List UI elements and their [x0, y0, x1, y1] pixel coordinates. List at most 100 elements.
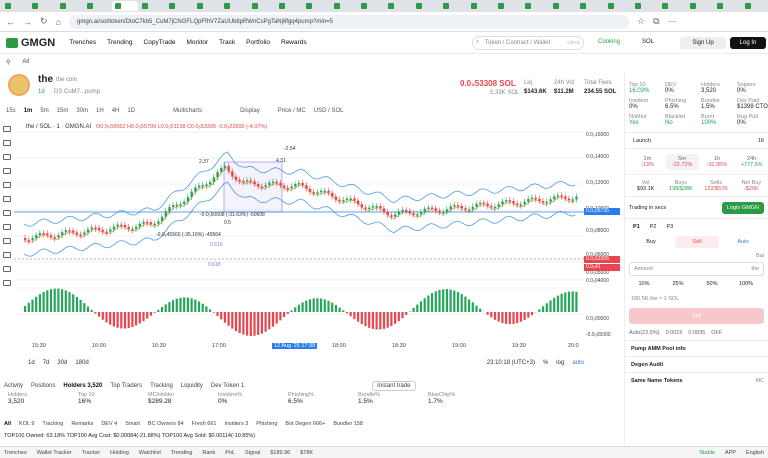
auto-toggle[interactable]: auto [572, 360, 584, 366]
status-item[interactable]: PnL [225, 450, 235, 456]
nav-rewards[interactable]: Rewards [281, 39, 307, 46]
bottom-tab[interactable]: Positions [31, 383, 55, 389]
status-item[interactable]: Trenches [4, 450, 27, 456]
browser-tab[interactable] [468, 1, 494, 11]
fib-icon[interactable] [3, 154, 11, 160]
trade-setting[interactable]: 0.0035 [688, 330, 705, 336]
forward-icon[interactable]: → [23, 17, 32, 27]
interval-15m[interactable]: 15m [57, 108, 69, 114]
holder-filter-tab[interactable]: Smart [125, 421, 140, 427]
holder-filter-tab[interactable]: Fresh 661 [192, 421, 217, 427]
menu-icon[interactable]: ⋯ [668, 16, 677, 27]
auto-tab[interactable]: Auto [721, 239, 765, 245]
buy-tab[interactable]: Buy [629, 239, 673, 245]
interval-4h[interactable]: 4H [112, 108, 120, 114]
search-input[interactable]: ⌕ Token / Contract / Wallet Ctrl+K [472, 36, 584, 50]
holder-filter-tab[interactable]: Remarks [71, 421, 93, 427]
status-item[interactable]: Watchlist [139, 450, 161, 456]
percent-button[interactable]: 100% [731, 281, 761, 287]
browser-tab[interactable] [29, 1, 55, 11]
trade-setting[interactable]: OFF [711, 330, 722, 336]
launch-label[interactable]: Launch [633, 138, 651, 144]
browser-tab[interactable] [440, 1, 466, 11]
login-button[interactable]: Log In [730, 37, 766, 49]
status-item[interactable]: Wallet Tracker [37, 450, 72, 456]
range-30d[interactable]: 30d [57, 360, 67, 366]
nav-monitor[interactable]: Monitor [186, 39, 208, 46]
percent-button[interactable]: 25% [663, 281, 693, 287]
browser-tab[interactable] [522, 1, 548, 11]
holder-filter-tab[interactable]: Bundler 158 [333, 421, 363, 427]
browser-tab[interactable] [495, 1, 521, 11]
browser-tab[interactable] [742, 1, 768, 11]
multicharts-button[interactable]: Multicharts [173, 108, 202, 114]
display-button[interactable]: Display [240, 108, 260, 114]
pattern-icon[interactable] [3, 196, 11, 202]
bottom-tab[interactable]: Liquidity [181, 383, 203, 389]
same-name-tokens[interactable]: Same Name Tokens MC [625, 372, 768, 388]
text-icon[interactable] [3, 182, 11, 188]
browser-tab[interactable] [413, 1, 439, 11]
bottom-tab[interactable]: Activity [4, 383, 23, 389]
bottom-tab[interactable]: Top Traders [110, 383, 142, 389]
browser-tab[interactable] [166, 1, 192, 11]
reload-icon[interactable]: ↻ [40, 16, 48, 27]
token-contract[interactable]: CuM7...pump [64, 89, 100, 95]
star-icon[interactable]: ☆ [637, 16, 645, 27]
browser-tab[interactable] [2, 1, 28, 11]
zoom-icon[interactable] [3, 224, 11, 230]
browser-tab[interactable] [550, 1, 576, 11]
url-field[interactable]: gmgn.ai/sol/token/DtoC7kb5_CuM7jCNGFLQpF… [68, 14, 629, 29]
price-mc-toggle[interactable]: Price / MC [278, 108, 306, 114]
status-item[interactable]: $78K [300, 450, 313, 456]
bottom-tab[interactable]: Holders 3,520 [63, 383, 102, 389]
status-item[interactable]: Signal [245, 450, 260, 456]
browser-tab[interactable] [111, 1, 138, 11]
browser-tab[interactable] [84, 1, 110, 11]
interval-5m[interactable]: 5m [40, 108, 48, 114]
holder-filter-tab[interactable]: DEV 4 [101, 421, 117, 427]
chart-canvas[interactable]: 2.37 4.31 -2.54 -0.0₅50608 (-31.63%) -50608… [14, 120, 584, 358]
browser-tab[interactable] [139, 1, 165, 11]
nav-track[interactable]: Track [219, 39, 235, 46]
bottom-tab[interactable]: Dev Token 1 [211, 383, 244, 389]
browser-tab[interactable] [57, 1, 83, 11]
app-link[interactable]: APP [725, 450, 736, 456]
percent-toggle[interactable]: % [543, 360, 548, 366]
holder-filter-tab[interactable]: Tracking [42, 421, 63, 427]
holder-filter-tab[interactable]: Insiders 3 [224, 421, 248, 427]
holder-filter-tab[interactable]: BC Owners 84 [148, 421, 184, 427]
measure-icon[interactable] [3, 210, 11, 216]
holder-filter-tab[interactable]: All [4, 421, 11, 427]
sign-up-button[interactable]: Sign Up [680, 37, 726, 49]
sell-tab[interactable]: Sell [675, 236, 719, 248]
interval-30m[interactable]: 30m [76, 108, 88, 114]
sell-submit-button[interactable]: Sell [629, 308, 764, 324]
nav-trenches[interactable]: Trenches [69, 39, 96, 46]
lock-icon[interactable] [3, 252, 11, 258]
browser-tab[interactable] [276, 1, 302, 11]
browser-tab[interactable] [385, 1, 411, 11]
language-selector[interactable]: English [746, 450, 764, 456]
instant-trade-button[interactable]: Instant trade [372, 381, 416, 391]
status-item[interactable]: Trending [171, 450, 193, 456]
usd-sol-toggle[interactable]: USD / SOL [314, 108, 344, 114]
holder-filter-tab[interactable]: Bot Degen 666+ [285, 421, 325, 427]
holder-filter-tab[interactable]: KOL 9 [19, 421, 34, 427]
price-chart[interactable]: 2.37 4.31 -2.54 -0.0₅50608 (-31.63%) -50608… [14, 120, 584, 358]
trendline-icon[interactable] [3, 140, 11, 146]
logo[interactable]: GMGN [6, 37, 55, 49]
timeframe-change[interactable]: 1h -31.95% [701, 154, 734, 170]
degen-audit[interactable]: Degen Audit [625, 356, 768, 372]
timeframe-change[interactable]: 1m -13% [631, 154, 664, 170]
browser-tab[interactable] [358, 1, 384, 11]
timeframe-change[interactable]: 24h +777.5% [735, 154, 768, 170]
range-7d[interactable]: 7d [43, 360, 50, 366]
browser-tab[interactable] [221, 1, 247, 11]
filter-icon[interactable]: ⚲ [6, 59, 10, 66]
crosshair-icon[interactable] [3, 126, 11, 132]
pool-info[interactable]: Pump AMM Pool info [625, 340, 768, 356]
browser-tab[interactable] [249, 1, 275, 11]
interval-1d[interactable]: 1D [127, 108, 135, 114]
log-toggle[interactable]: log [556, 360, 564, 366]
